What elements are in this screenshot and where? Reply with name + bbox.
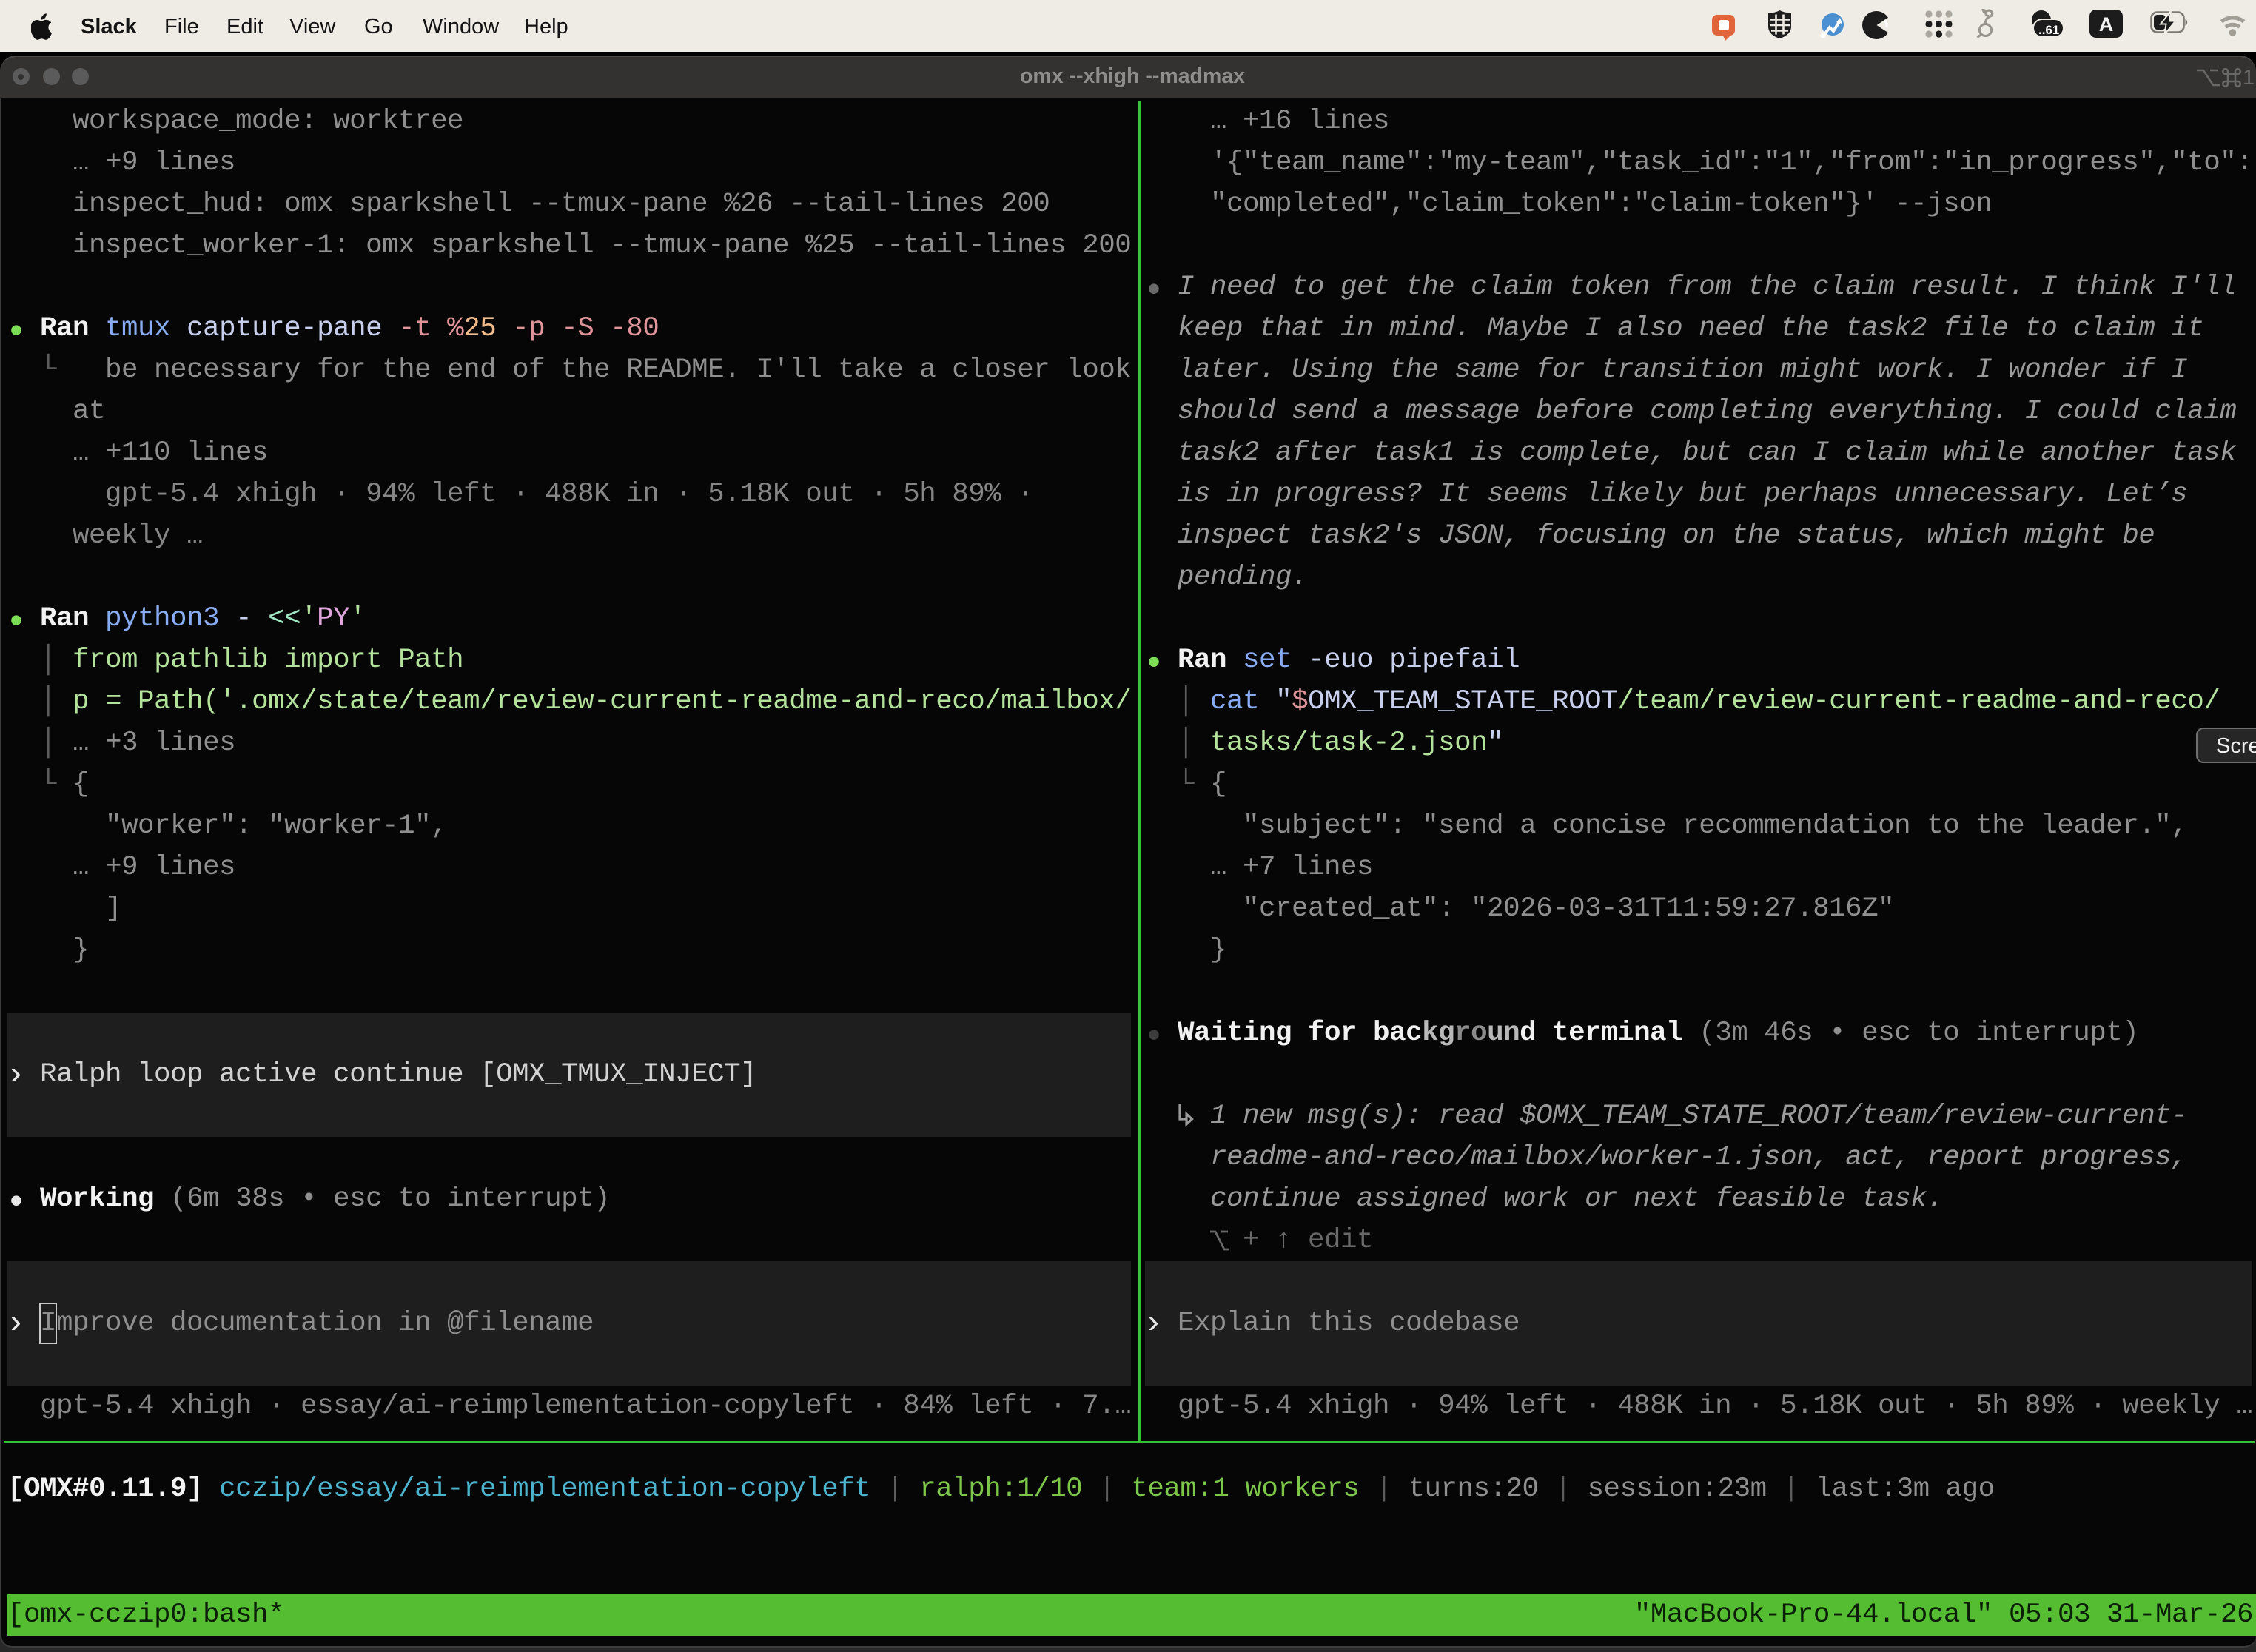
- svg-text:..61: ..61: [2038, 23, 2059, 37]
- svg-text:1: 1: [2243, 66, 2255, 90]
